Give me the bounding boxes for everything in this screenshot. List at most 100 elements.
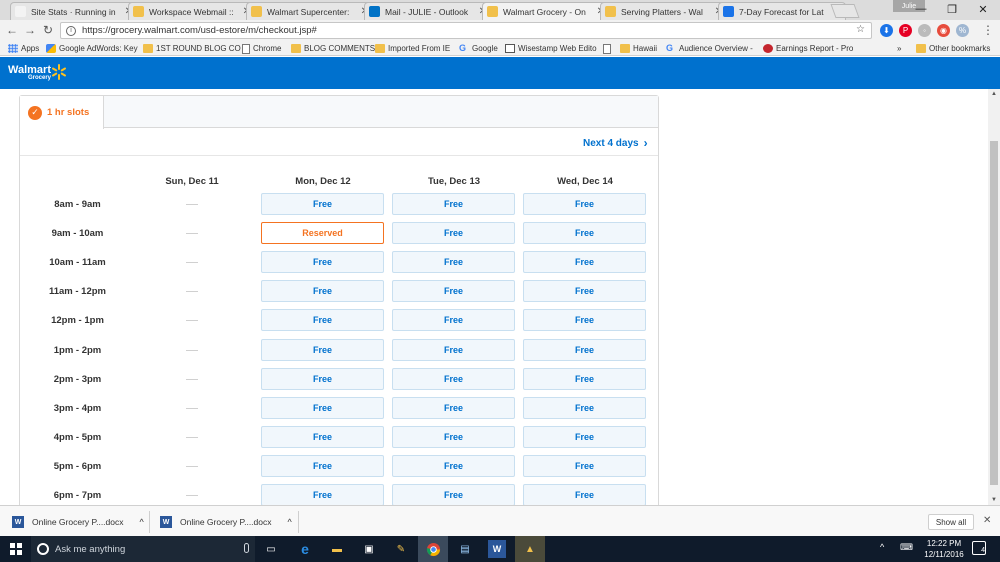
extension-icon[interactable]: ◦ bbox=[918, 24, 931, 37]
browser-tab[interactable]: Serving Platters - Wal✕ bbox=[600, 2, 728, 20]
scroll-down-icon[interactable]: ▼ bbox=[988, 495, 1000, 505]
free-slot-button[interactable]: Free bbox=[392, 425, 515, 448]
free-slot-button[interactable]: Free bbox=[261, 338, 384, 361]
free-slot-button[interactable]: Free bbox=[392, 222, 515, 245]
task-view-icon[interactable]: ▭ bbox=[262, 540, 280, 558]
app-icon[interactable]: ▲ bbox=[521, 540, 539, 558]
bookmark-item[interactable]: BLOG COMMENTS bbox=[291, 42, 375, 55]
bookmark-item[interactable]: Chrome bbox=[242, 42, 281, 55]
free-slot-button[interactable]: Free bbox=[261, 425, 384, 448]
browser-tab[interactable]: 7-Day Forecast for Lat✕ bbox=[718, 2, 846, 20]
reload-icon[interactable]: ↻ bbox=[41, 22, 55, 38]
free-slot-button[interactable]: Free bbox=[523, 396, 646, 419]
chevron-up-icon[interactable]: ^ bbox=[288, 517, 292, 527]
tab-1hr-slots[interactable]: ✓ 1 hr slots bbox=[20, 96, 104, 129]
show-all-button[interactable]: Show all bbox=[928, 514, 974, 530]
extension-icon[interactable]: ◉ bbox=[937, 24, 950, 37]
window-close-icon[interactable]: ✕ bbox=[968, 1, 998, 17]
edge-icon[interactable]: e bbox=[296, 540, 314, 558]
free-slot-button[interactable]: Free bbox=[523, 193, 646, 215]
pinterest-icon[interactable]: P bbox=[899, 24, 912, 37]
bookmark-label: Google AdWords: Key bbox=[59, 44, 138, 53]
system-clock[interactable]: 12:22 PM 12/11/2016 bbox=[918, 538, 970, 560]
browser-tab[interactable]: Walmart Grocery - On✕ bbox=[482, 2, 610, 20]
next-4-days-link[interactable]: Next 4 days › bbox=[583, 136, 648, 150]
bookmark-item[interactable]: G Google bbox=[459, 42, 498, 55]
browser-tab[interactable]: Mail - JULIE - Outlook✕ bbox=[364, 2, 492, 20]
tray-chevron-icon[interactable]: ^ bbox=[880, 542, 884, 552]
bookmark-item[interactable]: Earnings Report - Pro bbox=[763, 42, 853, 55]
free-slot-button[interactable]: Free bbox=[261, 193, 384, 215]
scroll-thumb[interactable] bbox=[990, 141, 998, 485]
bookmark-item[interactable]: Google AdWords: Key bbox=[46, 42, 138, 55]
app-icon[interactable]: ✎ bbox=[392, 540, 410, 558]
word-icon[interactable]: W bbox=[488, 540, 506, 558]
chrome-icon[interactable] bbox=[424, 540, 442, 558]
bookmark-item[interactable]: Apps bbox=[8, 42, 39, 55]
download-item[interactable]: W Online Grocery P....docx ^ bbox=[160, 511, 292, 533]
cortana-search-box[interactable]: Ask me anything bbox=[31, 536, 255, 562]
browser-tab[interactable]: Site Stats · Running in✕ bbox=[10, 2, 138, 20]
menu-icon[interactable]: ⋮ bbox=[981, 22, 995, 38]
back-icon[interactable]: ← bbox=[5, 22, 19, 38]
browser-tab[interactable]: Walmart Supercenter:✕ bbox=[246, 2, 374, 20]
microphone-icon[interactable] bbox=[244, 543, 249, 553]
free-slot-button[interactable]: Free bbox=[523, 425, 646, 448]
new-tab-button[interactable] bbox=[830, 4, 860, 18]
info-icon[interactable]: i bbox=[66, 25, 76, 36]
extension-icon[interactable]: ⬇ bbox=[880, 24, 893, 37]
free-slot-button[interactable]: Free bbox=[261, 251, 384, 274]
keyboard-icon[interactable]: ⌨ bbox=[900, 542, 913, 553]
free-slot-button[interactable]: Free bbox=[392, 338, 515, 361]
free-slot-button[interactable]: Free bbox=[261, 280, 384, 303]
free-slot-button[interactable]: Free bbox=[523, 222, 646, 245]
free-slot-button[interactable]: Free bbox=[261, 396, 384, 419]
minimize-icon[interactable]: — bbox=[906, 1, 936, 17]
bookmark-item[interactable]: G Audience Overview - bbox=[666, 42, 753, 55]
restore-icon[interactable]: ❐ bbox=[937, 1, 967, 17]
store-icon[interactable]: ▣ bbox=[360, 540, 378, 558]
bookmark-item[interactable]: Hawaii bbox=[620, 42, 657, 55]
browser-tab[interactable]: Workspace Webmail ::✕ bbox=[128, 2, 256, 20]
folder-icon bbox=[143, 44, 153, 53]
free-slot-button[interactable]: Free bbox=[392, 193, 515, 215]
free-slot-button[interactable]: Free bbox=[392, 484, 515, 505]
free-slot-button[interactable]: Free bbox=[261, 367, 384, 390]
bookmark-item[interactable] bbox=[603, 42, 614, 55]
free-slot-button[interactable]: Free bbox=[261, 484, 384, 505]
bookmark-item[interactable]: Wisestamp Web Edito bbox=[505, 42, 597, 55]
free-slot-button[interactable]: Free bbox=[392, 280, 515, 303]
monitor-icon[interactable]: ▤ bbox=[456, 540, 474, 558]
free-slot-button[interactable]: Free bbox=[523, 309, 646, 332]
bookmark-item[interactable]: 1ST ROUND BLOG CO bbox=[143, 42, 241, 55]
extension-icon[interactable]: % bbox=[956, 24, 969, 37]
free-slot-button[interactable]: Free bbox=[261, 454, 384, 477]
free-slot-button[interactable]: Free bbox=[392, 454, 515, 477]
download-item[interactable]: W Online Grocery P....docx ^ bbox=[12, 511, 144, 533]
bookmark-item[interactable]: » bbox=[897, 42, 901, 55]
reserved-slot-button[interactable]: Reserved bbox=[261, 222, 384, 245]
bookmark-item[interactable]: Imported From IE bbox=[375, 42, 450, 55]
close-icon[interactable]: ✕ bbox=[983, 515, 991, 526]
free-slot-button[interactable]: Free bbox=[523, 484, 646, 505]
forward-icon[interactable]: → bbox=[23, 22, 37, 38]
file-explorer-icon[interactable]: ▬ bbox=[328, 540, 346, 558]
free-slot-button[interactable]: Free bbox=[261, 309, 384, 332]
free-slot-button[interactable]: Free bbox=[523, 251, 646, 274]
windows-start-icon[interactable] bbox=[10, 543, 22, 555]
free-slot-button[interactable]: Free bbox=[392, 367, 515, 390]
free-slot-button[interactable]: Free bbox=[392, 396, 515, 419]
free-slot-button[interactable]: Free bbox=[523, 338, 646, 361]
notification-icon[interactable]: 4 bbox=[972, 541, 986, 555]
free-slot-button[interactable]: Free bbox=[523, 367, 646, 390]
chevron-up-icon[interactable]: ^ bbox=[140, 517, 144, 527]
free-slot-button[interactable]: Free bbox=[392, 251, 515, 274]
scroll-up-icon[interactable]: ▲ bbox=[988, 89, 1000, 99]
address-bar[interactable]: i https://grocery.walmart.com/usd-estore… bbox=[60, 22, 872, 39]
bookmark-item[interactable]: Other bookmarks bbox=[916, 42, 990, 55]
free-slot-button[interactable]: Free bbox=[523, 454, 646, 477]
free-slot-button[interactable]: Free bbox=[523, 280, 646, 303]
bookmark-star-icon[interactable]: ☆ bbox=[856, 24, 865, 35]
page-scrollbar[interactable]: ▲ ▼ bbox=[988, 89, 1000, 505]
free-slot-button[interactable]: Free bbox=[392, 309, 515, 332]
